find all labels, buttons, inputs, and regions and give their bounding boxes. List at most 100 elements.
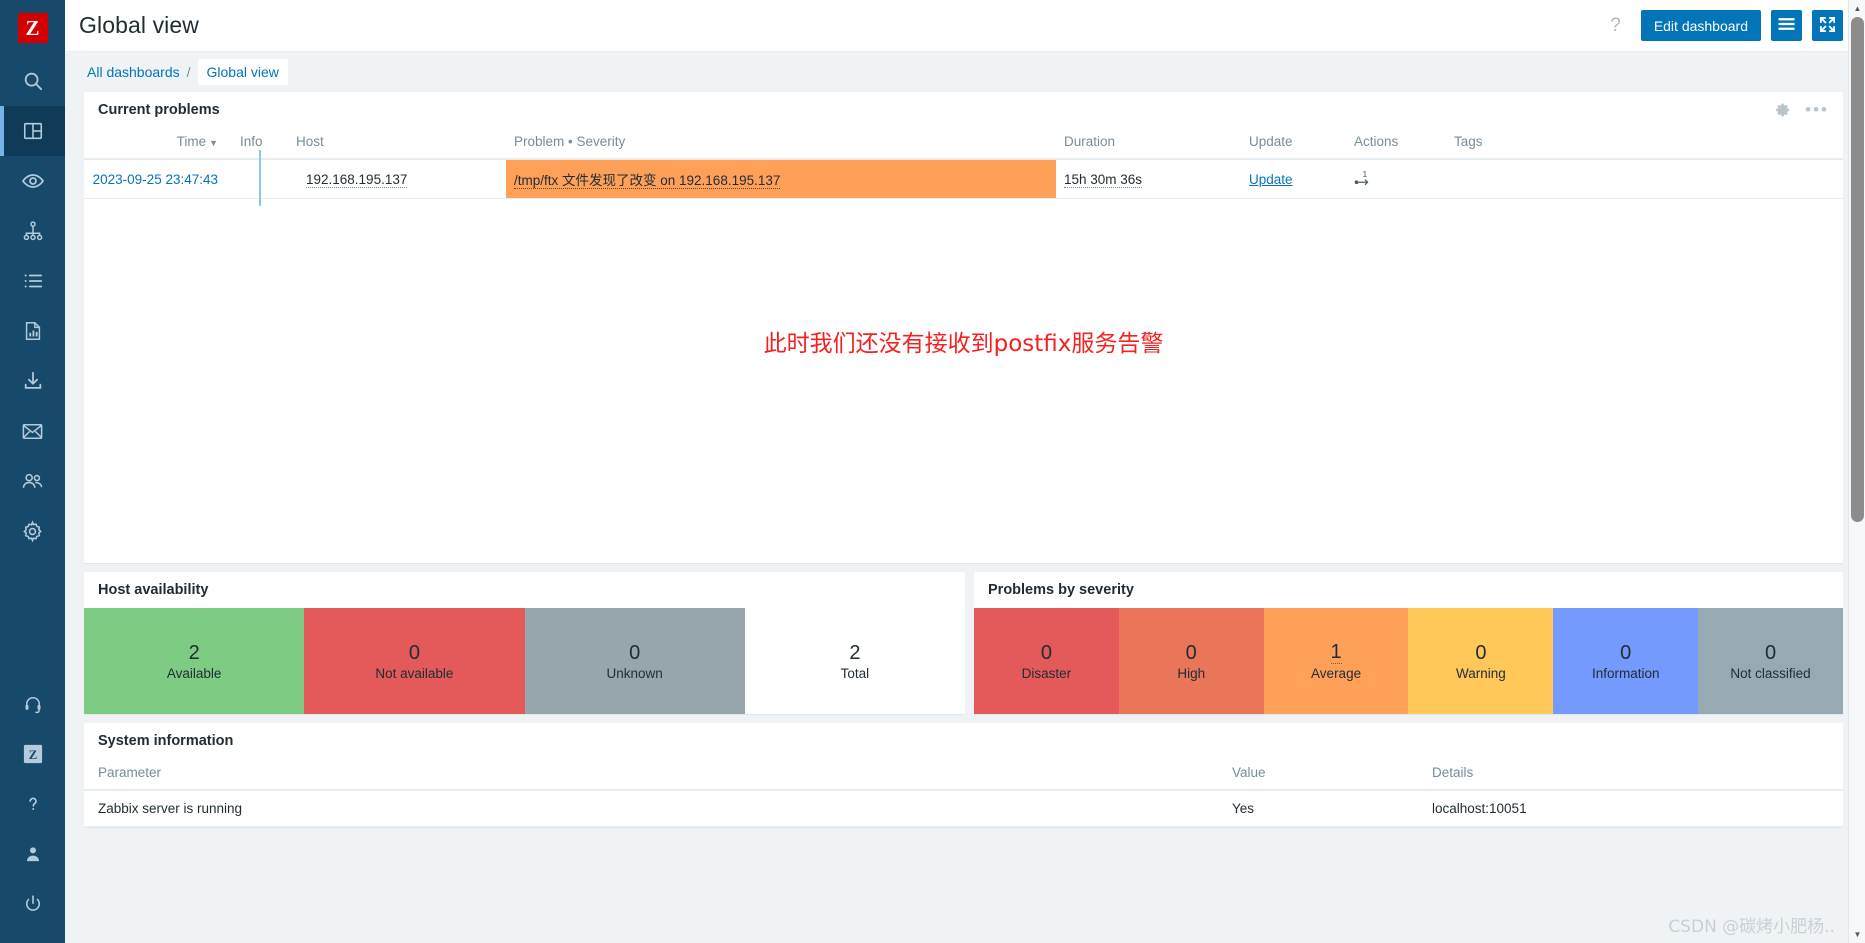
edit-dashboard-button[interactable]: Edit dashboard [1640, 10, 1761, 41]
problems-by-severity-header: Problems by severity [974, 572, 1843, 608]
sidebar-item-reports[interactable] [0, 306, 65, 356]
fullscreen-button[interactable] [1812, 10, 1843, 41]
severity-block-warning[interactable]: 0 Warning [1408, 608, 1554, 714]
table-row[interactable]: 2023-09-25 23:47:43 192.168.195.137 /tmp… [84, 150, 1843, 206]
system-information-header: System information [84, 723, 1843, 759]
sidebar-item-help[interactable] [0, 779, 65, 829]
host-not-available-label: Not available [375, 665, 454, 681]
page-scrollbar[interactable]: ▲ ▼ [1848, 0, 1865, 943]
cell-host: 192.168.195.137 [288, 159, 506, 199]
host-not-available-count: 0 [408, 641, 420, 664]
cell-value: Yes [1224, 790, 1424, 827]
sidebar-item-dashboards[interactable] [0, 106, 65, 156]
headset-icon [23, 694, 43, 714]
update-link[interactable]: Update [1249, 172, 1293, 187]
widgets-row-2: Host availability 2 Available 0 Not avai… [84, 572, 1843, 714]
column-header-actions[interactable]: Actions [1346, 128, 1446, 160]
problems-table: Time ▼ Info Host Problem • Severity Durat… [84, 128, 1843, 206]
severity-block-disaster[interactable]: 0 Disaster [974, 608, 1119, 714]
host-availability-title: Host availability [98, 582, 209, 598]
download-icon [22, 370, 44, 392]
sidebar-item-sign-out[interactable] [0, 879, 65, 929]
app-root: Z Z Global view ? Edit dashboard All das… [0, 0, 1865, 943]
column-label-time: Time [176, 134, 207, 149]
sidebar-item-services[interactable] [0, 206, 65, 256]
actions-indicator[interactable]: 1 [1354, 170, 1376, 186]
sidebar-item-users[interactable] [0, 456, 65, 506]
sidebar-logo[interactable]: Z [0, 0, 65, 56]
column-header-time[interactable]: Time ▼ [84, 128, 232, 160]
cell-details: localhost:10051 [1424, 790, 1843, 827]
sidebar-item-search[interactable] [0, 56, 65, 106]
current-problems-tools: ••• [1775, 101, 1829, 118]
sidebar-item-alerts[interactable] [0, 406, 65, 456]
page-title: Global view [79, 12, 199, 38]
sitemap-icon [22, 220, 44, 242]
problem-link[interactable]: /tmp/ftx 文件发现了改变 on 192.168.195.137 [514, 173, 781, 189]
problem-time-link[interactable]: 2023-09-25 23:47:43 [93, 172, 218, 187]
widget-current-problems: Current problems ••• Time ▼ Info Host Pr… [84, 92, 1843, 563]
dashboard-icon [22, 120, 44, 142]
severity-block-not-classified[interactable]: 0 Not classified [1698, 608, 1843, 714]
column-header-duration[interactable]: Duration [1056, 128, 1241, 160]
envelope-icon [21, 420, 44, 443]
column-header-host[interactable]: Host [288, 128, 506, 160]
column-header-details: Details [1424, 759, 1843, 791]
sidebar-item-user-settings[interactable] [0, 829, 65, 879]
search-icon [22, 70, 44, 92]
gear-icon[interactable] [1775, 102, 1791, 118]
column-header-tags[interactable]: Tags [1446, 128, 1843, 160]
current-problems-header: Current problems ••• [84, 92, 1843, 128]
widget-host-availability: Host availability 2 Available 0 Not avai… [84, 572, 965, 714]
scroll-up-icon[interactable]: ▲ [1849, 0, 1865, 17]
breadcrumb-current[interactable]: Global view [197, 59, 288, 85]
dashboard-menu-button[interactable] [1771, 10, 1802, 41]
host-link[interactable]: 192.168.195.137 [306, 171, 408, 188]
power-icon [23, 894, 43, 914]
severity-high-count: 0 [1185, 641, 1197, 664]
sidebar-item-support[interactable] [0, 679, 65, 729]
annotation-text: 此时我们还没有接收到postfix服务告警 [763, 331, 1164, 357]
column-header-parameter: Parameter [84, 759, 1224, 791]
severity-disaster-count: 0 [1040, 641, 1052, 664]
breadcrumb-all-dashboards[interactable]: All dashboards [87, 64, 180, 80]
widget-system-information: System information Parameter Value Detai… [84, 723, 1843, 827]
eye-icon [21, 169, 45, 193]
sidebar-item-monitoring[interactable] [0, 156, 65, 206]
cell-tags [1446, 159, 1843, 199]
scrollbar-thumb[interactable] [1851, 17, 1864, 522]
cell-info [232, 150, 288, 206]
duration-value[interactable]: 15h 30m 36s [1064, 171, 1143, 188]
sidebar-item-inventory[interactable] [0, 256, 65, 306]
severity-information-count: 0 [1620, 641, 1632, 664]
svg-text:Z: Z [28, 748, 36, 762]
sidebar-item-data-collection[interactable] [0, 356, 65, 406]
list-icon [22, 270, 44, 292]
column-header-update[interactable]: Update [1241, 128, 1346, 160]
severity-average-label: Average [1311, 666, 1362, 681]
severity-block-average[interactable]: 1 Average [1263, 608, 1409, 714]
table-row: Zabbix server is running Yes localhost:1… [84, 790, 1843, 827]
host-block-not-available[interactable]: 0 Not available [304, 608, 525, 714]
severity-block-high[interactable]: 0 High [1118, 608, 1264, 714]
system-information-table: Parameter Value Details Zabbix server is… [84, 759, 1843, 827]
cell-actions: 1 [1346, 159, 1446, 199]
report-chart-icon [22, 320, 44, 342]
host-availability-blocks: 2 Available 0 Not available 0 Unknown 2 … [84, 608, 965, 714]
host-block-total[interactable]: 2 Total [744, 608, 965, 714]
scroll-down-icon[interactable]: ▼ [1849, 926, 1865, 943]
severity-block-information[interactable]: 0 Information [1553, 608, 1699, 714]
host-available-count: 2 [188, 641, 200, 664]
sidebar-item-administration[interactable] [0, 506, 65, 556]
help-icon[interactable]: ? [1600, 16, 1631, 35]
question-icon [23, 794, 43, 814]
host-block-available[interactable]: 2 Available [84, 608, 305, 714]
host-total-label: Total [840, 665, 870, 681]
sidebar-item-integrations[interactable]: Z [0, 729, 65, 779]
host-block-unknown[interactable]: 0 Unknown [524, 608, 745, 714]
ellipsis-icon[interactable]: ••• [1805, 101, 1829, 118]
column-header-problem-severity[interactable]: Problem • Severity [506, 128, 1056, 160]
main-area: Global view ? Edit dashboard All dashboa… [65, 0, 1865, 943]
breadcrumb: All dashboards / Global view [65, 52, 1865, 92]
system-information-title: System information [98, 733, 234, 749]
